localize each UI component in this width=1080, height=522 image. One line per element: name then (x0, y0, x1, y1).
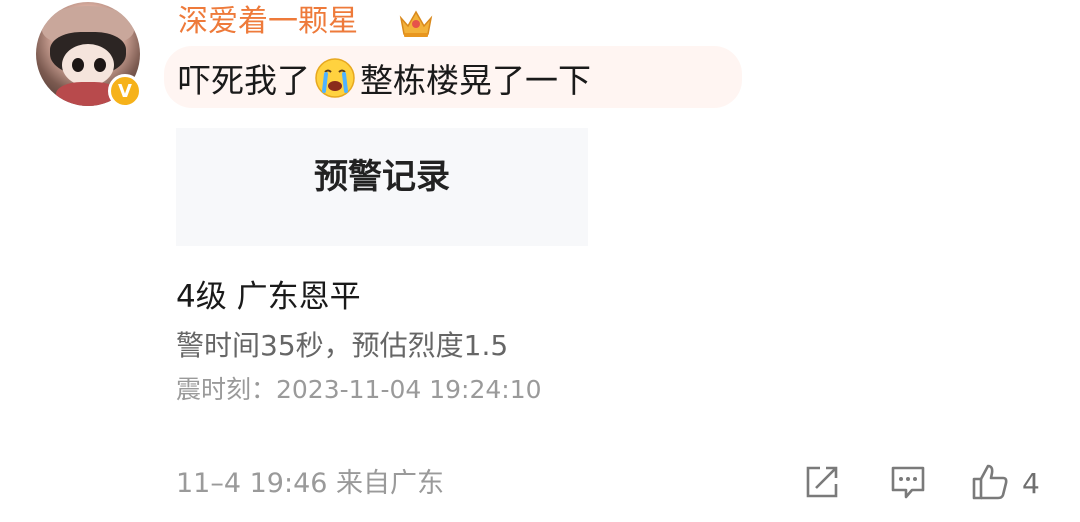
comment-text-before: 吓死我了 (178, 61, 310, 100)
earthquake-time: 震时刻：2023-11-04 19:24:10 (176, 375, 542, 404)
earthquake-info: 警时间35秒，预估烈度1.5 (176, 329, 509, 362)
avatar-eye (94, 58, 106, 72)
avatar-eye (72, 58, 84, 72)
card-title: 预警记录 (314, 157, 450, 197)
warning-record-card[interactable]: 预警记录 (176, 128, 588, 246)
comment-text-after: 整栋楼晃了一下 (360, 61, 591, 100)
crying-face-icon (315, 58, 355, 98)
share-icon[interactable] (802, 462, 842, 502)
username[interactable]: 深爱着一颗星 (178, 4, 358, 40)
crown-icon (399, 10, 433, 37)
comment-icon[interactable] (888, 462, 928, 502)
comment-text: 吓死我了 整栋楼晃了一下 (178, 56, 591, 100)
earthquake-title: 4级 广东恩平 (176, 279, 361, 315)
like-count: 4 (1022, 467, 1040, 500)
like-icon[interactable] (970, 462, 1010, 502)
avatar-face (62, 44, 114, 86)
verified-badge-icon: V (108, 74, 142, 108)
comment-meta: 11–4 19:46 来自广东 (176, 468, 445, 499)
